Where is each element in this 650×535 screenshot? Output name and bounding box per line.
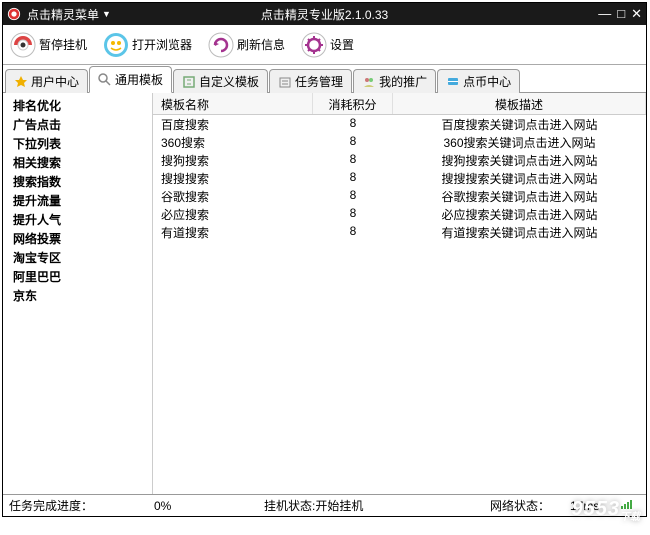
cell-name: 谷歌搜索 bbox=[153, 187, 313, 205]
cell-desc: 有道搜索关键词点击进入网站 bbox=[393, 223, 646, 241]
app-icon bbox=[7, 7, 21, 21]
cell-name: 360搜索 bbox=[153, 133, 313, 151]
table-row[interactable]: 360搜索8360搜索关键词点击进入网站 bbox=[153, 133, 646, 151]
sidebar-item[interactable]: 下拉列表 bbox=[5, 135, 150, 154]
sidebar-item[interactable]: 广告点击 bbox=[5, 116, 150, 135]
statusbar: 任务完成进度： 0% 挂机状态:开始挂机 网络状态： 17ms bbox=[3, 494, 646, 516]
app-menu[interactable]: 点击精灵菜单 ▼ bbox=[27, 6, 111, 23]
table-row[interactable]: 搜搜搜索8搜搜搜索关键词点击进入网站 bbox=[153, 169, 646, 187]
general-template-icon bbox=[98, 73, 112, 87]
table-body: 百度搜索8百度搜索关键词点击进入网站360搜索8360搜索关键词点击进入网站搜狗… bbox=[153, 115, 646, 494]
tab-general-template[interactable]: 通用模板 bbox=[89, 66, 172, 93]
table-row[interactable]: 搜狗搜索8搜狗搜索关键词点击进入网站 bbox=[153, 151, 646, 169]
pause-button[interactable]: 暂停挂机 bbox=[6, 30, 91, 60]
settings-button[interactable]: 设置 bbox=[297, 30, 358, 60]
progress-label: 任务完成进度： bbox=[9, 497, 93, 514]
chevron-down-icon: ▼ bbox=[102, 9, 111, 19]
sidebar-item[interactable]: 相关搜索 bbox=[5, 154, 150, 173]
cell-desc: 360搜索关键词点击进入网站 bbox=[393, 133, 646, 151]
browser-icon bbox=[103, 32, 129, 58]
cell-name: 百度搜索 bbox=[153, 115, 313, 133]
table-row[interactable]: 谷歌搜索8谷歌搜索关键词点击进入网站 bbox=[153, 187, 646, 205]
minimize-button[interactable]: — bbox=[598, 6, 611, 22]
window-title: 点击精灵专业版2.1.0.33 bbox=[261, 6, 388, 23]
refresh-icon bbox=[208, 32, 234, 58]
tab-label: 我的推广 bbox=[379, 73, 427, 90]
col-name[interactable]: 模板名称 bbox=[153, 93, 313, 114]
sidebar-item[interactable]: 京东 bbox=[5, 287, 150, 306]
user-center-icon bbox=[14, 75, 28, 89]
tab-task-mgr[interactable]: 任务管理 bbox=[269, 69, 352, 93]
cell-name: 搜狗搜索 bbox=[153, 151, 313, 169]
cell-cost: 8 bbox=[313, 187, 393, 205]
refresh-button[interactable]: 刷新信息 bbox=[204, 30, 289, 60]
cell-desc: 搜狗搜索关键词点击进入网站 bbox=[393, 151, 646, 169]
gear-icon bbox=[301, 32, 327, 58]
net-label: 网络状态： bbox=[490, 497, 550, 514]
tab-label: 任务管理 bbox=[295, 73, 343, 90]
tab-label: 用户中心 bbox=[31, 73, 79, 90]
cell-cost: 8 bbox=[313, 115, 393, 133]
tabbar: 用户中心 通用模板 自定义模板 任务管理 我的推广 点币中心 bbox=[3, 65, 646, 93]
sidebar-item[interactable]: 排名优化 bbox=[5, 97, 150, 116]
cell-desc: 谷歌搜索关键词点击进入网站 bbox=[393, 187, 646, 205]
table-header: 模板名称 消耗积分 模板描述 bbox=[153, 93, 646, 115]
tab-label: 自定义模板 bbox=[199, 73, 259, 90]
cell-name: 搜搜搜索 bbox=[153, 169, 313, 187]
tab-coin-center[interactable]: 点币中心 bbox=[437, 69, 520, 93]
progress-value: 0% bbox=[154, 499, 171, 513]
cell-cost: 8 bbox=[313, 133, 393, 151]
latency-value: 17ms bbox=[570, 499, 599, 513]
cell-cost: 8 bbox=[313, 151, 393, 169]
table-row[interactable]: 有道搜索8有道搜索关键词点击进入网站 bbox=[153, 223, 646, 241]
cell-name: 必应搜索 bbox=[153, 205, 313, 223]
custom-template-icon bbox=[182, 75, 196, 89]
table-row[interactable]: 必应搜索8必应搜索关键词点击进入网站 bbox=[153, 205, 646, 223]
signal-icon bbox=[620, 498, 634, 513]
col-cost[interactable]: 消耗积分 bbox=[313, 93, 393, 114]
table-row[interactable]: 百度搜索8百度搜索关键词点击进入网站 bbox=[153, 115, 646, 133]
tab-label: 通用模板 bbox=[115, 71, 163, 88]
cell-cost: 8 bbox=[313, 223, 393, 241]
sidebar-item[interactable]: 提升人气 bbox=[5, 211, 150, 230]
sidebar-item[interactable]: 阿里巴巴 bbox=[5, 268, 150, 287]
app-menu-label: 点击精灵菜单 bbox=[27, 6, 99, 23]
cell-desc: 搜搜搜索关键词点击进入网站 bbox=[393, 169, 646, 187]
tab-custom-template[interactable]: 自定义模板 bbox=[173, 69, 268, 93]
sidebar-item[interactable]: 提升流量 bbox=[5, 192, 150, 211]
close-button[interactable]: ✕ bbox=[631, 6, 642, 22]
tab-label: 点币中心 bbox=[463, 73, 511, 90]
tab-my-promo[interactable]: 我的推广 bbox=[353, 69, 436, 93]
maximize-button[interactable]: □ bbox=[617, 6, 625, 22]
tab-user-center[interactable]: 用户中心 bbox=[5, 69, 88, 93]
cell-cost: 8 bbox=[313, 169, 393, 187]
main-toolbar: 暂停挂机 打开浏览器 刷新信息 设置 bbox=[3, 25, 646, 65]
open-browser-label: 打开浏览器 bbox=[132, 36, 192, 53]
titlebar: 点击精灵菜单 ▼ 点击精灵专业版2.1.0.33 — □ ✕ bbox=[3, 3, 646, 25]
sidebar-item[interactable]: 网络投票 bbox=[5, 230, 150, 249]
cell-desc: 百度搜索关键词点击进入网站 bbox=[393, 115, 646, 133]
settings-label: 设置 bbox=[330, 36, 354, 53]
my-promo-icon bbox=[362, 75, 376, 89]
pause-icon bbox=[10, 32, 36, 58]
task-mgr-icon bbox=[278, 75, 292, 89]
idle-status: 挂机状态:开始挂机 bbox=[264, 497, 363, 514]
cell-name: 有道搜索 bbox=[153, 223, 313, 241]
cell-desc: 必应搜索关键词点击进入网站 bbox=[393, 205, 646, 223]
cell-cost: 8 bbox=[313, 205, 393, 223]
sidebar-item[interactable]: 淘宝专区 bbox=[5, 249, 150, 268]
open-browser-button[interactable]: 打开浏览器 bbox=[99, 30, 196, 60]
pause-label: 暂停挂机 bbox=[39, 36, 87, 53]
coin-center-icon bbox=[446, 75, 460, 89]
sidebar: 排名优化广告点击下拉列表相关搜索搜索指数提升流量提升人气网络投票淘宝专区阿里巴巴… bbox=[3, 93, 153, 494]
sidebar-item[interactable]: 搜索指数 bbox=[5, 173, 150, 192]
col-desc[interactable]: 模板描述 bbox=[393, 93, 646, 114]
refresh-label: 刷新信息 bbox=[237, 36, 285, 53]
